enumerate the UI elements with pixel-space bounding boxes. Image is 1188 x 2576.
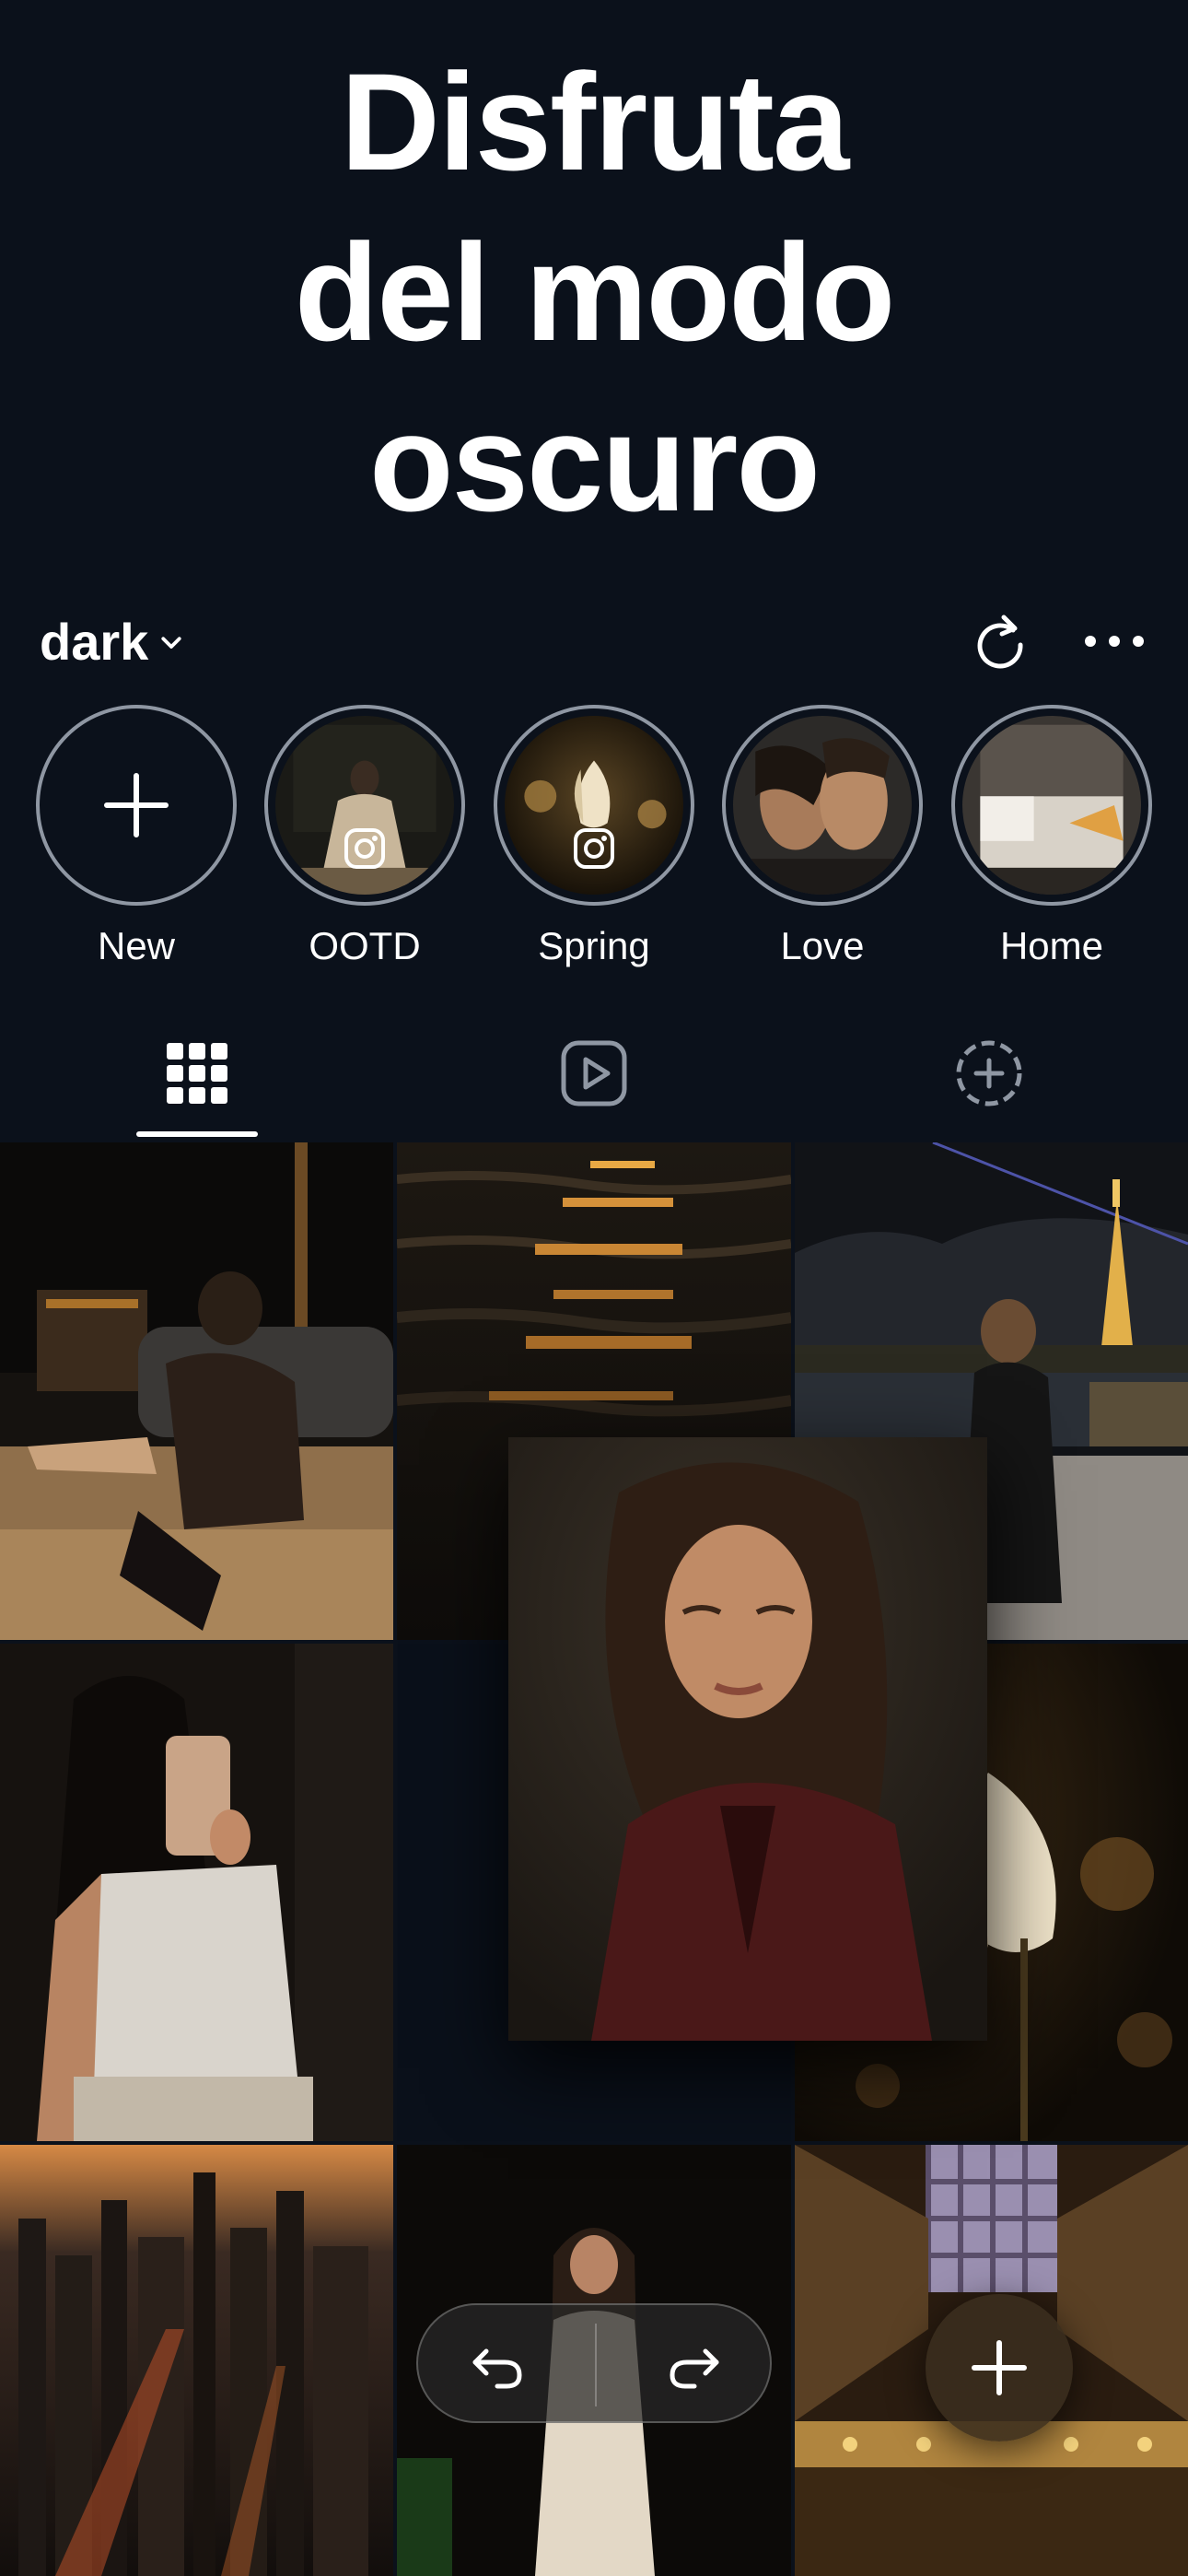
highlight-cover-image [275, 716, 454, 895]
highlight-love[interactable]: Love [721, 705, 924, 968]
redo-icon [670, 2348, 719, 2389]
hero-title: Disfruta del modo oscuro [0, 37, 1188, 548]
highlight-ootd[interactable]: OOTD [263, 705, 466, 968]
hero-line-1: Disfruta [340, 44, 850, 199]
tab-reels[interactable] [530, 1023, 658, 1142]
instagram-icon [574, 828, 614, 869]
grid-photo-city-skyline[interactable] [0, 2145, 393, 2576]
undo-redo-bar [416, 2303, 772, 2423]
more-horizontal-icon [1085, 636, 1144, 647]
tab-grid[interactable] [133, 1023, 262, 1142]
highlight-label: OOTD [309, 924, 421, 967]
highlight-cover-image [962, 716, 1141, 895]
highlight-label: Home [999, 924, 1104, 967]
undo-button[interactable] [464, 2333, 530, 2399]
refresh-icon [977, 615, 1023, 669]
grid-photo-street-squat[interactable] [0, 1142, 393, 1640]
instagram-icon [344, 828, 385, 869]
dashed-plus-icon [956, 1040, 1022, 1107]
redo-button[interactable] [661, 2333, 728, 2399]
highlight-ring [951, 705, 1152, 906]
plus-icon [972, 2340, 1027, 2395]
hero-line-3: oscuro [368, 385, 821, 540]
more-options-button[interactable] [1077, 608, 1151, 674]
add-post-button[interactable] [926, 2294, 1073, 2441]
highlight-label: Spring [538, 924, 650, 967]
highlight-spring[interactable]: Spring [493, 705, 695, 968]
undo-redo-divider [595, 2324, 597, 2406]
plus-icon [104, 773, 169, 837]
account-switcher[interactable]: dark [40, 612, 185, 672]
chevron-down-icon [161, 636, 181, 649]
new-highlight-ring [36, 705, 237, 906]
highlight-ring [494, 705, 694, 906]
highlight-home[interactable]: Home [950, 705, 1153, 968]
profile-tabs [0, 1023, 1188, 1142]
tab-planner[interactable] [925, 1023, 1054, 1142]
highlight-ring [264, 705, 465, 906]
dragged-photo-portrait[interactable] [508, 1437, 987, 2041]
refresh-button[interactable] [967, 608, 1033, 674]
grid-icon [167, 1043, 227, 1104]
undo-icon [472, 2348, 522, 2389]
highlight-cover-image [505, 716, 683, 895]
highlight-new[interactable]: New [35, 705, 238, 968]
highlight-label: Love [780, 924, 865, 967]
profile-bar: dark [0, 599, 1188, 682]
highlight-cover-image [733, 716, 912, 895]
play-icon [561, 1040, 627, 1107]
story-highlights: New OOTD Spring Love Home [0, 705, 1188, 981]
grid-photo-mirror-selfie[interactable] [0, 1644, 393, 2141]
highlight-ring [722, 705, 923, 906]
highlight-label: New [97, 924, 176, 967]
hero-line-2: del modo [294, 215, 896, 369]
username-label: dark [40, 613, 149, 671]
active-tab-indicator [136, 1131, 258, 1137]
